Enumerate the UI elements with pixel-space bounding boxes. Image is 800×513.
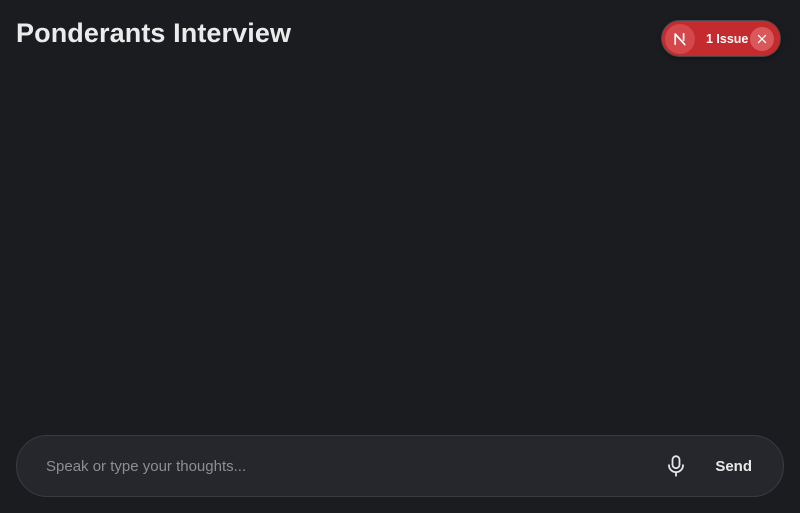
thoughts-input[interactable] bbox=[46, 446, 663, 486]
send-button[interactable]: Send bbox=[715, 458, 752, 475]
issues-count-label[interactable]: 1 Issue bbox=[706, 32, 748, 46]
interview-page: Ponderants Interview 1 Issue Send bbox=[0, 0, 800, 513]
page-title: Ponderants Interview bbox=[16, 18, 292, 48]
composer-bar: Send bbox=[16, 435, 784, 497]
dev-issues-badge[interactable]: 1 Issue bbox=[662, 21, 780, 56]
close-icon[interactable] bbox=[750, 26, 774, 51]
microphone-icon[interactable] bbox=[662, 452, 690, 480]
nextjs-logo-icon[interactable] bbox=[665, 23, 695, 54]
